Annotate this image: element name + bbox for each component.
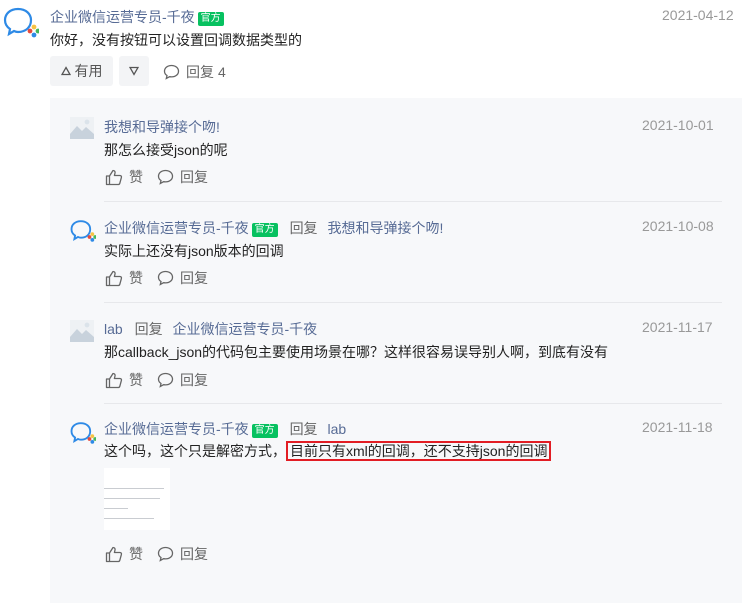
triangle-up-icon	[60, 66, 71, 76]
reply-actions: 赞 回复	[105, 544, 208, 564]
reply-button[interactable]: 回复	[157, 544, 208, 564]
reply-actions: 赞 回复	[105, 167, 208, 187]
useful-label: 有用	[74, 63, 103, 79]
divider	[104, 302, 722, 303]
reply-button[interactable]: 回复	[157, 370, 208, 390]
reply-date: 2021-11-18	[642, 419, 713, 435]
thumbs-up-icon	[105, 372, 123, 389]
post-author-name[interactable]: 企业微信运营专员-千夜	[50, 9, 195, 25]
reply-word: 回复	[289, 421, 318, 437]
not-useful-button[interactable]	[119, 56, 149, 86]
divider	[104, 201, 722, 202]
like-label: 赞	[129, 372, 143, 388]
comment-icon	[157, 546, 174, 562]
like-button[interactable]: 赞	[105, 544, 143, 564]
reply-author[interactable]: lab	[104, 321, 123, 337]
wecom-logo-avatar[interactable]	[70, 421, 96, 444]
reply-author[interactable]: 企业微信运营专员-千夜	[104, 220, 249, 236]
like-button[interactable]: 赞	[105, 268, 143, 288]
reply-author[interactable]: 我想和导弹接个吻!	[104, 117, 220, 137]
like-label: 赞	[129, 270, 143, 286]
reply-button[interactable]: 回复	[157, 268, 208, 288]
post-reply-button[interactable]: 回复 4	[163, 62, 226, 82]
highlighted-text: 目前只有xml的回调，还不支持json的回调	[286, 441, 552, 461]
reply-date: 2021-10-01	[642, 117, 714, 133]
divider	[104, 403, 722, 404]
image-placeholder-avatar[interactable]	[70, 320, 94, 342]
image-placeholder-avatar[interactable]	[70, 117, 94, 139]
post-content: 你好，没有按钮可以设置回调数据类型的	[50, 32, 302, 48]
reply-to-user[interactable]: lab	[327, 421, 346, 437]
reply-actions: 赞 回复	[105, 370, 208, 390]
reply-label: 回复	[180, 372, 208, 388]
post-reply-count: 4	[218, 64, 226, 80]
attached-image[interactable]	[104, 468, 170, 530]
thumbs-up-icon	[105, 546, 123, 563]
reply-actions: 赞 回复	[105, 268, 208, 288]
reply-label: 回复	[180, 270, 208, 286]
reply-header: lab 回复 企业微信运营专员-千夜	[104, 319, 317, 339]
reply-content: 实际上还没有json版本的回调	[104, 243, 284, 259]
wecom-logo-avatar[interactable]	[70, 219, 96, 242]
reply-content: 那callback_json的代码包主要使用场景在哪？这样很容易误导别人啊，到底…	[104, 344, 609, 360]
thumbs-up-icon	[105, 270, 123, 287]
comment-icon	[157, 270, 174, 286]
reply-content-plain: 这个吗，这个只是解密方式，	[104, 443, 286, 459]
wecom-logo-avatar[interactable]	[3, 6, 39, 38]
reply-author[interactable]: 企业微信运营专员-千夜	[104, 421, 249, 437]
like-label: 赞	[129, 169, 143, 185]
reply-date: 2021-11-17	[642, 319, 713, 335]
reply-header: 企业微信运营专员-千夜 官方 回复 lab	[104, 419, 346, 439]
official-badge: 官方	[251, 223, 278, 237]
reply-label: 回复	[180, 169, 208, 185]
thumbs-up-icon	[105, 169, 123, 186]
like-button[interactable]: 赞	[105, 370, 143, 390]
reply-button[interactable]: 回复	[157, 167, 208, 187]
reply-header: 企业微信运营专员-千夜 官方 回复 我想和导弹接个吻!	[104, 218, 443, 238]
reply-content: 这个吗，这个只是解密方式， 目前只有xml的回调，还不支持json的回调	[104, 441, 552, 461]
post-author[interactable]: 企业微信运营专员-千夜 官方	[50, 7, 224, 27]
post-date: 2021-04-12	[662, 7, 734, 23]
reply-to-user[interactable]: 企业微信运营专员-千夜	[172, 321, 317, 337]
reply-date: 2021-10-08	[642, 218, 714, 234]
comment-icon	[157, 372, 174, 388]
reply-word: 回复	[289, 220, 318, 236]
useful-button[interactable]: 有用	[50, 56, 113, 86]
triangle-down-icon	[129, 66, 139, 76]
reply-word: 回复	[134, 321, 163, 337]
like-label: 赞	[129, 546, 143, 562]
official-badge: 官方	[251, 424, 278, 438]
comment-icon	[163, 64, 180, 80]
reply-content: 那怎么接受json的呢	[104, 142, 228, 158]
comment-icon	[157, 169, 174, 185]
like-button[interactable]: 赞	[105, 167, 143, 187]
official-badge: 官方	[197, 12, 224, 26]
reply-to-user[interactable]: 我想和导弹接个吻!	[327, 220, 443, 236]
reply-label: 回复	[180, 546, 208, 562]
post-reply-label: 回复	[186, 64, 214, 80]
